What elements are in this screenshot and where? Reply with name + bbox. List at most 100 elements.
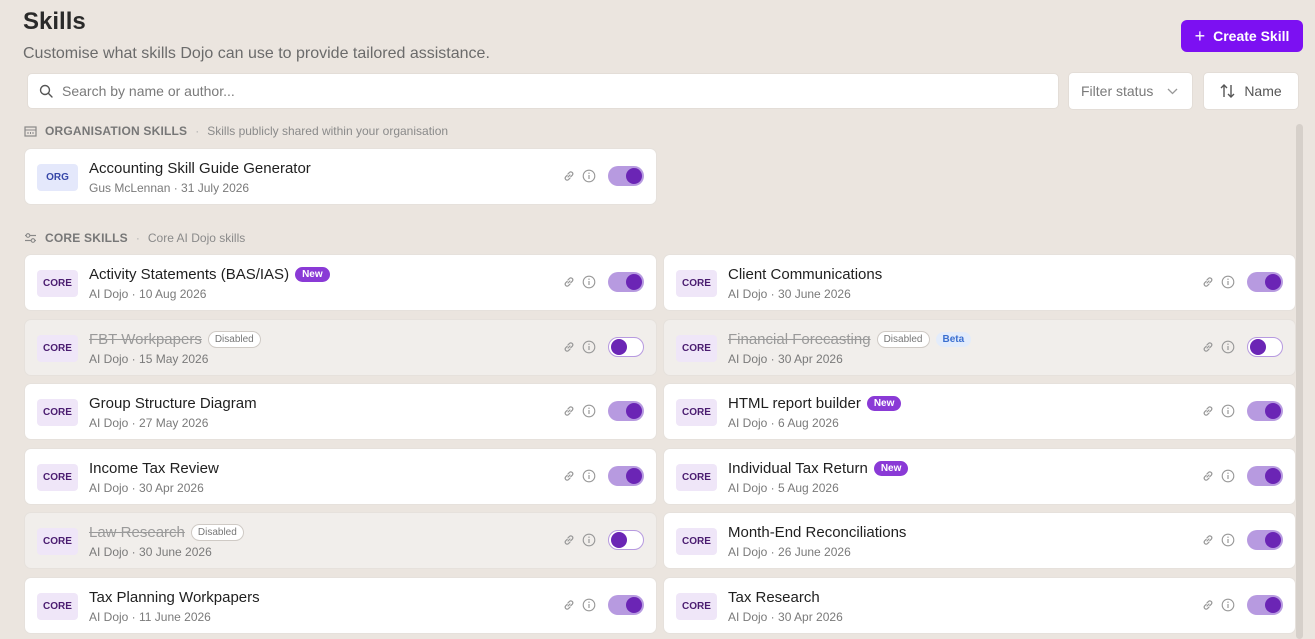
toggle-knob: [1265, 403, 1281, 419]
tag-new: New: [866, 396, 902, 411]
skill-meta: AI Dojo · 5 Aug 2026: [728, 480, 839, 495]
skill-card[interactable]: CORE HTML report builder New AI Dojo · 6 Au…: [663, 383, 1296, 440]
enable-toggle[interactable]: [608, 530, 644, 550]
skill-name-row: Law Research Disabled: [89, 524, 244, 541]
skill-meta: Gus McLennan · 31 July 2026: [89, 181, 250, 195]
toggle-knob: [626, 596, 642, 613]
sliders-icon: [24, 232, 37, 244]
info-icon[interactable]: [582, 340, 596, 354]
link-icon[interactable]: [1201, 340, 1215, 354]
link-icon[interactable]: [562, 169, 576, 183]
link-icon[interactable]: [562, 340, 576, 354]
link-icon[interactable]: [562, 404, 576, 418]
info-icon[interactable]: [1221, 598, 1235, 612]
link-icon[interactable]: [1201, 404, 1215, 418]
skill-meta: AI Dojo · 6 Aug 2026: [728, 416, 839, 430]
info-icon[interactable]: [1221, 404, 1235, 418]
link-icon[interactable]: [562, 598, 576, 612]
sort-icon: [1220, 84, 1235, 98]
skill-card[interactable]: CORE Financial Forecasting Disabled Beta AI …: [663, 318, 1296, 376]
create-skill-button[interactable]: + Create Skill: [1181, 20, 1303, 52]
skill-name-row: Tax Research: [728, 589, 820, 606]
skill-actions: [1201, 272, 1283, 292]
toggle-knob: [626, 168, 642, 184]
toggle-knob: [626, 467, 642, 484]
skill-actions: [1201, 336, 1283, 357]
skill-actions: [562, 166, 644, 186]
info-icon[interactable]: [582, 533, 596, 547]
chevron-down-icon: [1167, 88, 1178, 95]
skill-card[interactable]: ORG Accounting Skill Guide Generator Gus M…: [24, 148, 657, 205]
skill-kind-badge: CORE: [676, 528, 717, 555]
skill-name: Month-End Reconciliations: [728, 524, 907, 541]
info-icon[interactable]: [1221, 469, 1235, 483]
skill-card[interactable]: CORE Tax Planning Workpapers AI Dojo · 11 …: [24, 576, 657, 634]
enable-toggle[interactable]: [1247, 594, 1283, 615]
skill-card[interactable]: CORE Group Structure Diagram AI Dojo · 27 …: [24, 383, 657, 440]
skill-name: Tax Research: [728, 588, 820, 606]
skill-card[interactable]: CORE Individual Tax Return New AI Dojo · 5 …: [663, 447, 1296, 505]
filter-status-select[interactable]: Filter status: [1068, 72, 1193, 110]
enable-toggle[interactable]: [1247, 272, 1283, 292]
info-icon[interactable]: [1221, 275, 1235, 289]
tag-new: New: [873, 460, 909, 476]
core-section-title: CORE SKILLS: [45, 231, 128, 245]
enable-toggle[interactable]: [608, 272, 644, 292]
link-icon[interactable]: [1201, 598, 1215, 612]
skill-card[interactable]: CORE Tax Research AI Dojo · 30 Apr 2026: [663, 576, 1296, 634]
link-icon[interactable]: [562, 469, 576, 483]
skill-name: Financial Forecasting: [728, 330, 871, 348]
info-icon[interactable]: [1221, 340, 1235, 354]
info-icon[interactable]: [582, 598, 596, 612]
skill-name: FBT Workpapers: [89, 330, 202, 348]
skill-meta: AI Dojo · 15 May 2026: [89, 351, 209, 366]
enable-toggle[interactable]: [608, 465, 644, 486]
skill-kind-badge: CORE: [676, 463, 717, 491]
info-icon[interactable]: [582, 404, 596, 418]
skill-card[interactable]: CORE FBT Workpapers Disabled AI Dojo · 15 M…: [24, 318, 657, 376]
link-icon[interactable]: [562, 533, 576, 547]
skill-kind-badge: CORE: [676, 399, 717, 426]
page-title: Skills: [23, 8, 86, 35]
enable-toggle[interactable]: [1247, 465, 1283, 486]
skill-actions: [1201, 401, 1283, 421]
info-icon[interactable]: [582, 469, 596, 483]
info-icon[interactable]: [1221, 533, 1235, 547]
link-icon[interactable]: [1201, 533, 1215, 547]
skill-card[interactable]: CORE Client Communications AI Dojo · 30 Ju…: [663, 254, 1296, 311]
skill-card[interactable]: CORE Law Research Disabled AI Dojo · 30 Jun…: [24, 512, 657, 569]
link-icon[interactable]: [1201, 275, 1215, 289]
skill-meta: AI Dojo · 30 Apr 2026: [89, 480, 204, 495]
info-icon[interactable]: [582, 275, 596, 289]
skill-meta: AI Dojo · 26 June 2026: [728, 545, 851, 559]
enable-toggle[interactable]: [1247, 336, 1283, 357]
separator-dot: ·: [135, 231, 140, 245]
enable-toggle[interactable]: [608, 401, 644, 421]
enable-toggle[interactable]: [1247, 401, 1283, 421]
toggle-knob: [1265, 596, 1281, 613]
scrollbar[interactable]: [1296, 124, 1303, 639]
info-icon[interactable]: [582, 169, 596, 183]
toggle-knob: [611, 532, 627, 548]
enable-toggle[interactable]: [608, 594, 644, 615]
core-section-description: Core AI Dojo skills: [147, 231, 246, 245]
skill-name: Activity Statements (BAS/IAS): [89, 266, 290, 283]
skill-card[interactable]: CORE Month-End Reconciliations AI Dojo · 2…: [663, 512, 1296, 569]
enable-toggle[interactable]: [608, 336, 644, 357]
skill-card[interactable]: CORE Activity Statements (BAS/IAS) New AI D…: [24, 254, 657, 311]
skill-actions: [1201, 530, 1283, 550]
skill-kind-badge: ORG: [37, 164, 78, 191]
enable-toggle[interactable]: [608, 166, 644, 186]
separator-dot: ·: [195, 124, 200, 138]
link-icon[interactable]: [1201, 469, 1215, 483]
skill-card[interactable]: CORE Income Tax Review AI Dojo · 30 Apr 20…: [24, 447, 657, 505]
link-icon[interactable]: [562, 275, 576, 289]
sort-button[interactable]: Name: [1203, 72, 1299, 110]
tag-disabled: Disabled: [207, 330, 261, 348]
search-input[interactable]: [62, 83, 1058, 99]
tag-beta: Beta: [935, 331, 972, 347]
skill-kind-badge: CORE: [37, 399, 78, 426]
enable-toggle[interactable]: [1247, 530, 1283, 550]
skill-kind-badge: CORE: [676, 592, 717, 620]
skill-actions: [1201, 465, 1283, 486]
